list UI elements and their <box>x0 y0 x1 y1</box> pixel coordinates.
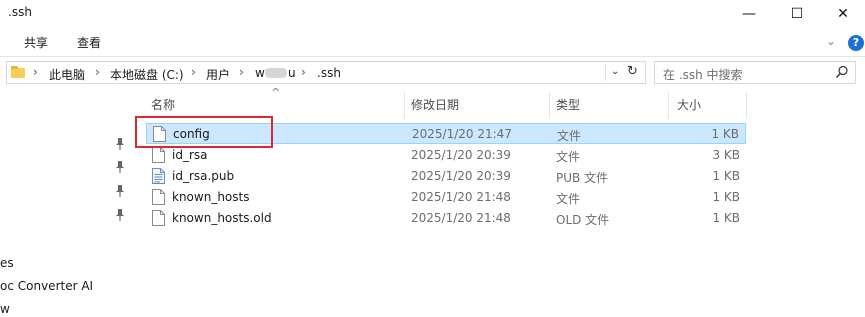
address-bar[interactable]: › 此电脑 › 本地磁盘 (C:) › 用户 › w u › .ssh ⌄ ↻ <box>6 61 646 84</box>
file-icon <box>152 210 165 226</box>
pin-icon[interactable] <box>115 161 125 173</box>
column-header-size[interactable]: 大小 <box>677 96 701 113</box>
file-row-known-hosts-old[interactable]: known_hosts.old 2025/1/20 21:48 OLD 文件 1… <box>146 208 746 229</box>
file-size: 3 KB <box>712 148 740 162</box>
column-divider[interactable] <box>668 92 669 118</box>
file-type: 文件 <box>557 129 582 143</box>
breadcrumb-separator[interactable]: › <box>95 65 100 79</box>
sort-ascending-icon: ^ <box>271 86 281 99</box>
divider <box>605 64 606 81</box>
file-size: 1 KB <box>711 127 739 141</box>
tab-view[interactable]: 查看 <box>77 34 101 51</box>
file-size: 1 KB <box>712 211 740 225</box>
file-size: 1 KB <box>712 169 740 183</box>
file-name: id_rsa <box>172 148 208 162</box>
column-divider[interactable] <box>549 92 550 118</box>
file-type: PUB 文件 <box>556 171 609 185</box>
breadcrumb-separator[interactable]: › <box>301 65 306 79</box>
window-title: .ssh <box>8 5 32 19</box>
nav-item[interactable]: w <box>0 302 10 316</box>
search-placeholder: 在 .ssh 中搜索 <box>663 68 743 82</box>
column-header-type[interactable]: 类型 <box>556 96 580 113</box>
breadcrumb-user-start[interactable]: w <box>255 66 265 80</box>
nav-item[interactable]: oc Converter AI <box>0 279 93 293</box>
pin-icon[interactable] <box>115 209 125 221</box>
breadcrumb-user-end[interactable]: u <box>288 66 296 80</box>
file-name: known_hosts.old <box>172 211 272 225</box>
search-input[interactable]: 在 .ssh 中搜索 <box>654 61 856 84</box>
file-date: 2025/1/20 20:39 <box>411 169 511 183</box>
file-date: 2025/1/20 21:48 <box>411 190 511 204</box>
maximize-button[interactable]: ☐ <box>774 0 820 28</box>
breadcrumb-local-disk[interactable]: 本地磁盘 (C:) <box>110 66 184 83</box>
ribbon-expand-icon[interactable]: ⌄ <box>826 34 836 48</box>
breadcrumb-users[interactable]: 用户 <box>206 66 230 83</box>
close-icon: ✕ <box>837 6 849 22</box>
maximize-icon: ☐ <box>790 6 804 22</box>
breadcrumb-separator[interactable]: › <box>33 65 38 79</box>
tab-share[interactable]: 共享 <box>24 34 48 51</box>
column-divider[interactable] <box>746 92 747 118</box>
file-date: 2025/1/20 21:48 <box>411 211 511 225</box>
title-bar: .ssh — ☐ ✕ <box>0 0 865 28</box>
close-button[interactable]: ✕ <box>820 0 865 28</box>
breadcrumb-separator[interactable]: › <box>191 65 196 79</box>
file-size: 1 KB <box>712 190 740 204</box>
help-icon[interactable]: ? <box>848 35 864 51</box>
column-divider[interactable] <box>404 92 405 118</box>
file-date: 2025/1/20 20:39 <box>411 148 511 162</box>
breadcrumb-this-pc[interactable]: 此电脑 <box>49 66 85 83</box>
file-name: id_rsa.pub <box>172 169 235 183</box>
breadcrumb-separator[interactable]: › <box>239 65 244 79</box>
file-row-id-rsa[interactable]: id_rsa 2025/1/20 20:39 文件 3 KB <box>146 145 746 166</box>
file-icon <box>152 147 165 163</box>
refresh-icon[interactable]: ↻ <box>627 64 638 79</box>
pin-icon[interactable] <box>115 185 125 197</box>
file-row-id-rsa-pub[interactable]: id_rsa.pub 2025/1/20 20:39 PUB 文件 1 KB <box>146 166 746 187</box>
file-icon <box>152 189 165 205</box>
file-row-known-hosts[interactable]: known_hosts 2025/1/20 21:48 文件 1 KB <box>146 187 746 208</box>
minimize-button[interactable]: — <box>726 0 772 28</box>
nav-item[interactable]: es <box>0 256 14 270</box>
chevron-down-icon[interactable]: ⌄ <box>611 66 619 77</box>
pub-file-icon <box>152 168 165 184</box>
folder-icon <box>11 66 25 78</box>
minimize-icon: — <box>742 6 756 22</box>
file-type: 文件 <box>556 150 581 164</box>
highlight-box <box>135 116 273 148</box>
divider <box>0 56 865 57</box>
file-type: OLD 文件 <box>556 213 610 227</box>
breadcrumb-ssh[interactable]: .ssh <box>317 66 341 80</box>
file-name: known_hosts <box>172 190 250 204</box>
redacted-username <box>265 68 287 78</box>
column-header-date[interactable]: 修改日期 <box>411 96 459 113</box>
column-header-name[interactable]: 名称 <box>151 96 175 113</box>
search-icon[interactable] <box>835 65 849 79</box>
pin-icon[interactable] <box>115 138 125 150</box>
file-date: 2025/1/20 21:47 <box>412 127 512 141</box>
file-type: 文件 <box>556 192 581 206</box>
ribbon: 共享 查看 ⌄ <box>0 30 865 54</box>
